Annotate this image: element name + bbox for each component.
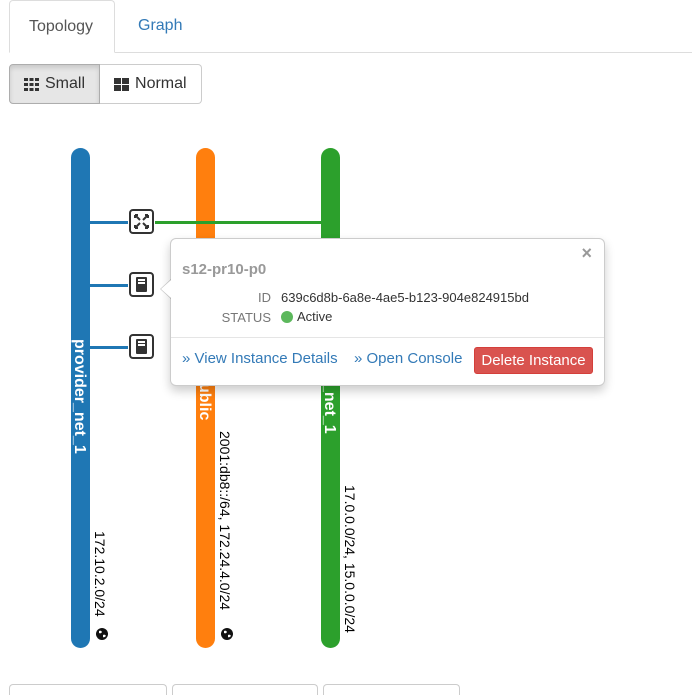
instance-popover: × s12-pr10-p0 ID 639c6d8b-6a8e-4ae5-b123… xyxy=(160,238,605,386)
status-label: STATUS xyxy=(221,310,271,325)
router-device[interactable] xyxy=(129,209,154,234)
network-label: _net_1 xyxy=(321,383,338,434)
status-value: Active xyxy=(281,309,332,324)
bottom-panel xyxy=(172,684,318,695)
network-label: ublic xyxy=(196,383,213,421)
instance-device[interactable] xyxy=(129,334,154,359)
router-link-provider xyxy=(90,221,128,224)
globe-icon xyxy=(221,628,233,640)
small-button[interactable]: Small xyxy=(9,64,101,104)
view-instance-details-link[interactable]: » View Instance Details xyxy=(182,350,338,367)
grid-small-icon xyxy=(24,77,39,91)
instance-link xyxy=(90,346,128,349)
tab-graph[interactable]: Graph xyxy=(119,0,201,51)
instance-device[interactable] xyxy=(129,272,154,297)
status-dot-icon xyxy=(281,311,293,323)
delete-instance-button[interactable]: Delete Instance xyxy=(474,347,593,374)
router-icon xyxy=(134,214,149,229)
instance-icon xyxy=(136,277,147,292)
normal-button[interactable]: Normal xyxy=(100,64,202,104)
grid-large-icon xyxy=(114,77,130,91)
bottom-panel xyxy=(323,684,460,695)
popover-arrow xyxy=(160,279,171,299)
normal-button-label: Normal xyxy=(135,75,187,92)
size-toggle: Small Normal xyxy=(9,64,202,104)
open-console-link[interactable]: » Open Console xyxy=(354,350,462,367)
id-value: 639c6d8b-6a8e-4ae5-b123-904e824915bd xyxy=(281,290,529,305)
network-cidr: 2001:db8::/64, 172.24.4.0/24 xyxy=(217,431,233,611)
tab-topology[interactable]: Topology xyxy=(9,0,115,53)
instance-link xyxy=(90,284,128,287)
bottom-panel xyxy=(9,684,167,695)
status-text: Active xyxy=(297,309,333,324)
id-label: ID xyxy=(258,290,271,305)
globe-icon xyxy=(96,628,108,640)
router-link-net xyxy=(155,221,321,224)
popover-title: s12-pr10-p0 xyxy=(182,261,267,278)
small-button-label: Small xyxy=(45,75,86,92)
close-icon[interactable]: × xyxy=(581,243,592,264)
popover-footer: » View Instance Details » Open Console D… xyxy=(171,337,604,386)
tab-bar: Topology Graph xyxy=(9,0,692,53)
network-cidr: 17.0.0.0/24, 15.0.0.0/24 xyxy=(342,485,358,633)
instance-icon xyxy=(136,339,147,354)
network-cidr: 172.10.2.0/24 xyxy=(92,531,108,617)
network-label: provider_net_1 xyxy=(71,339,88,454)
